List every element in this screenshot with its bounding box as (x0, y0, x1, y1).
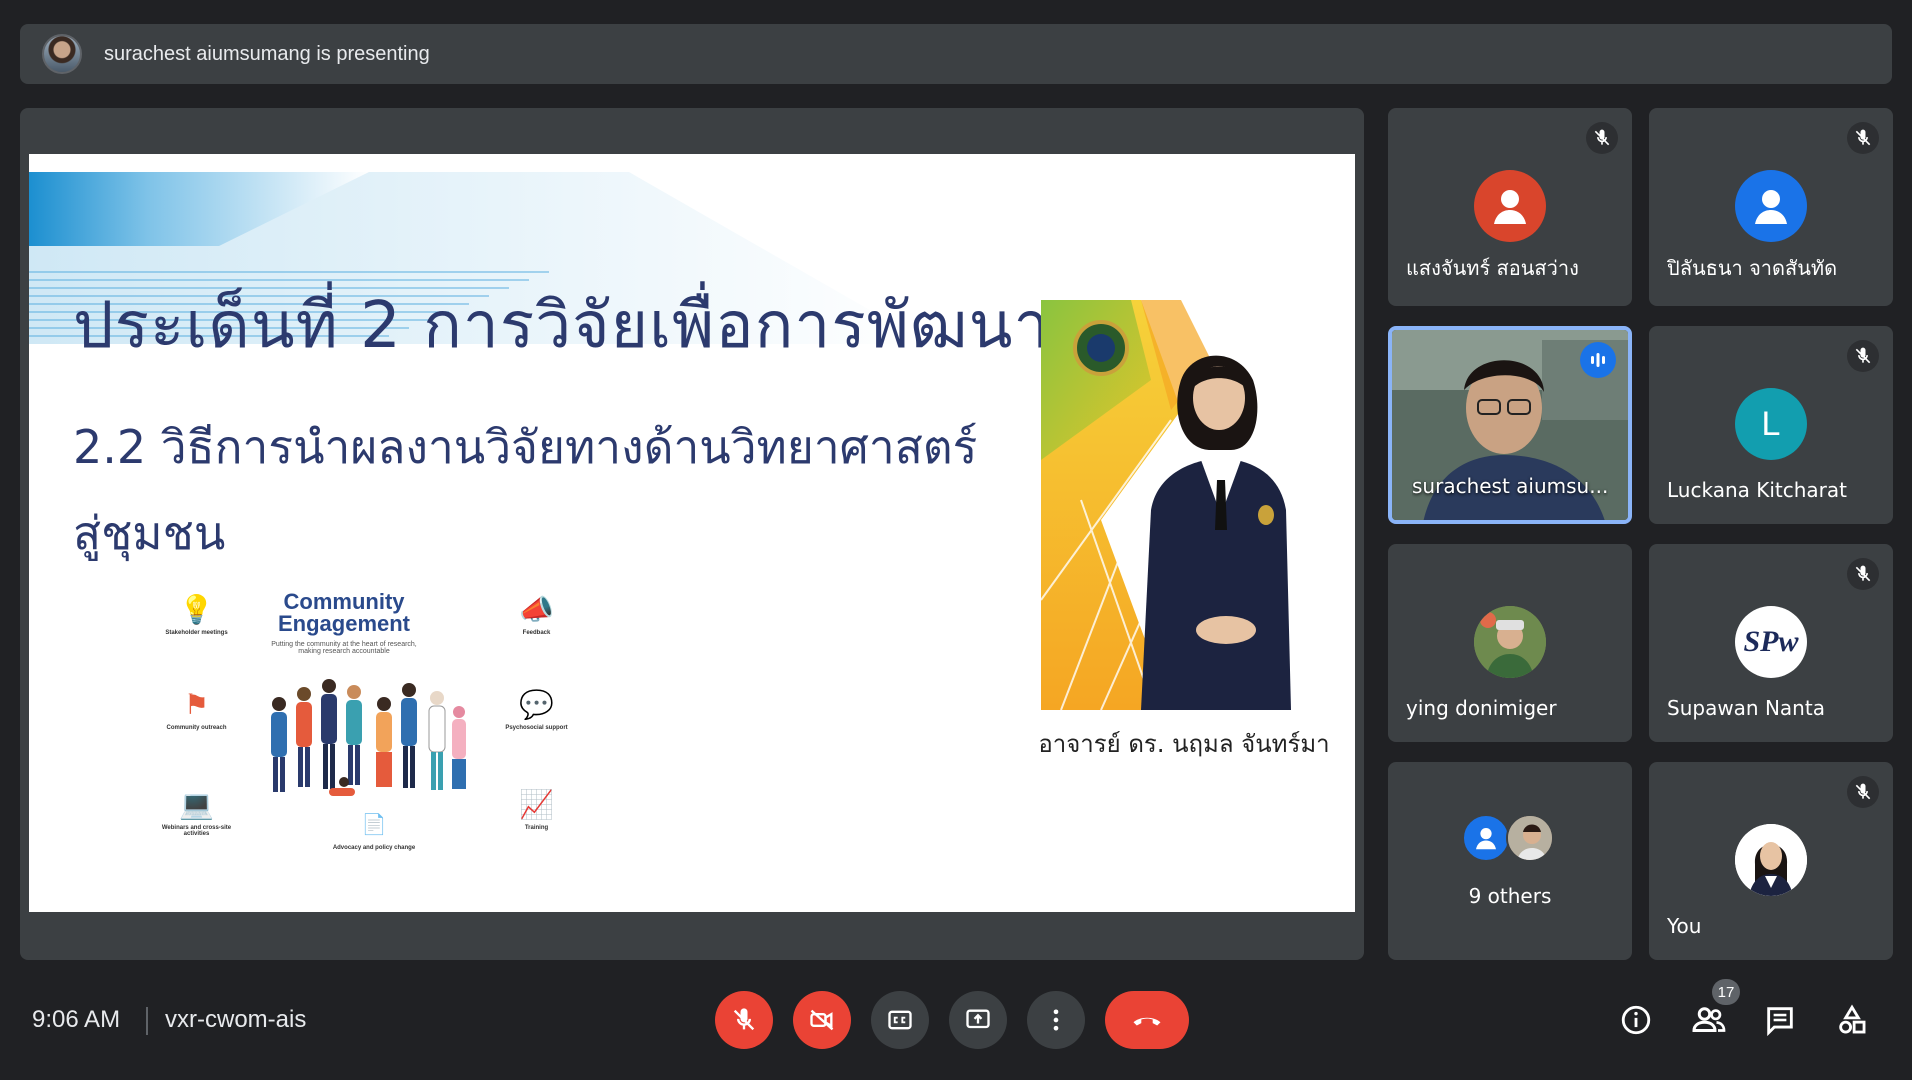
presenter-banner-text: surachest aiumsumang is presenting (104, 42, 430, 65)
infographic-item: 📈 Training (489, 789, 584, 831)
infographic-item: ⚑ Community outreach (149, 689, 244, 731)
meeting-details-button[interactable] (1613, 997, 1659, 1043)
participant-name: ปิลันธนา จาดสันทัด (1667, 256, 1838, 280)
infographic-item: 💬 Psychosocial support (489, 689, 584, 731)
community-engagement-infographic: Community Engagement Putting the communi… (149, 579, 599, 889)
presenter-banner: surachest aiumsumang is presenting (20, 24, 1892, 84)
meeting-clock: 9:06 AM (32, 1006, 121, 1033)
mic-muted-icon (1847, 558, 1879, 590)
person-icon (1462, 814, 1510, 862)
participant-tile[interactable]: แสงจันทร์ สอนสว่าง (1388, 108, 1632, 306)
infographic-caption: Putting the community at the heart of re… (271, 641, 417, 655)
participant-name: You (1667, 914, 1702, 938)
infographic-item: 📣 Feedback (489, 594, 584, 636)
laptop-icon: 💻 (179, 789, 214, 820)
participant-tile-self[interactable]: You (1649, 762, 1893, 960)
meeting-code: vxr-cwom-ais (165, 1006, 307, 1033)
mic-muted-icon (1847, 776, 1879, 808)
participant-tile-active-speaker[interactable]: surachest aiumsu... (1388, 326, 1632, 524)
presenter-name-caption: อาจารย์ ดร. นฤมล จันทร์มา (1038, 730, 1330, 758)
info-icon (1621, 1005, 1651, 1035)
infographic-item: 📄 Advocacy and policy change (299, 809, 449, 851)
participant-tile-others[interactable]: 9 others (1388, 762, 1632, 960)
chat-icon (1767, 1007, 1793, 1037)
leave-call-button[interactable] (1105, 991, 1189, 1049)
slide-subtitle-line-2: สู่ชุมชน (73, 506, 226, 560)
chat-button[interactable] (1757, 997, 1803, 1043)
presenter-portrait-photo (1041, 300, 1291, 710)
speaking-indicator-icon (1580, 342, 1616, 378)
mic-muted-icon (1847, 340, 1879, 372)
present-screen-icon (966, 1009, 990, 1029)
participant-photo-avatar (1506, 814, 1554, 862)
letter-avatar: L (1735, 388, 1807, 460)
participant-name: 9 others (1468, 884, 1552, 908)
participant-name: ying donimiger (1406, 696, 1557, 720)
participant-name: surachest aiumsu... (1412, 474, 1609, 498)
presentation-board-icon: 📈 (519, 789, 554, 820)
person-icon (1474, 170, 1546, 242)
participant-name: แสงจันทร์ สอนสว่าง (1406, 256, 1579, 280)
bottom-bar-divider (146, 1007, 148, 1035)
community-people-illustration (271, 679, 466, 796)
mic-muted-icon (1847, 122, 1879, 154)
slide-title: ประเด็นที่ 2 การวิจัยเพื่อการพัฒนา (73, 289, 1051, 363)
toggle-camera-button[interactable] (793, 991, 851, 1049)
person-icon (1735, 170, 1807, 242)
present-now-button[interactable] (949, 991, 1007, 1049)
lightbulb-icon: 💡 (179, 594, 214, 625)
mic-off-icon (733, 1008, 755, 1031)
logo-avatar: SPw (1735, 606, 1807, 678)
participant-name: Luckana Kitcharat (1667, 478, 1847, 502)
participant-tile[interactable]: SPw Supawan Nanta (1649, 544, 1893, 742)
mic-muted-icon (1586, 122, 1618, 154)
participant-count-badge: 17 (1712, 979, 1740, 1005)
infographic-item: 💡 Stakeholder meetings (149, 594, 244, 636)
slide-subtitle: 2.2 วิธีการนำผลงานวิจัยทางด้านวิทยาศาสตร… (73, 404, 1053, 576)
activities-shapes-icon (1839, 1004, 1866, 1034)
shared-slide: ประเด็นที่ 2 การวิจัยเพื่อการพัฒนา 2.2 ว… (29, 154, 1355, 912)
presentation-stage[interactable]: ประเด็นที่ 2 การวิจัยเพื่อการพัฒนา 2.2 ว… (20, 108, 1364, 960)
closed-captions-icon (888, 1010, 912, 1030)
chat-bubble-icon: 💬 (519, 689, 554, 720)
more-vertical-icon (1053, 1009, 1059, 1031)
hang-up-icon (1133, 1017, 1161, 1026)
infographic-item: 💻 Webinars and cross-site activities (149, 789, 244, 837)
participant-tile[interactable]: ปิลันธนา จาดสันทัด (1649, 108, 1893, 306)
captions-button[interactable] (871, 991, 929, 1049)
participant-tile[interactable]: L Luckana Kitcharat (1649, 326, 1893, 524)
toggle-microphone-button[interactable] (715, 991, 773, 1049)
megaphone-icon: 📣 (519, 594, 554, 625)
participant-name: Supawan Nanta (1667, 696, 1825, 720)
camera-off-icon (810, 1009, 834, 1031)
flag-icon: ⚑ (183, 689, 210, 720)
participant-photo-avatar (1735, 824, 1807, 896)
participant-tile[interactable]: ying donimiger (1388, 544, 1632, 742)
more-options-button[interactable] (1027, 991, 1085, 1049)
activities-button[interactable] (1829, 997, 1875, 1043)
people-icon (1692, 1007, 1726, 1032)
infographic-title: Community Engagement (277, 589, 411, 636)
slide-subtitle-line-1: 2.2 วิธีการนำผลงานวิจัยทางด้านวิทยาศาสตร… (73, 420, 978, 474)
participant-photo-avatar (1474, 606, 1546, 678)
presenter-avatar (42, 34, 82, 74)
